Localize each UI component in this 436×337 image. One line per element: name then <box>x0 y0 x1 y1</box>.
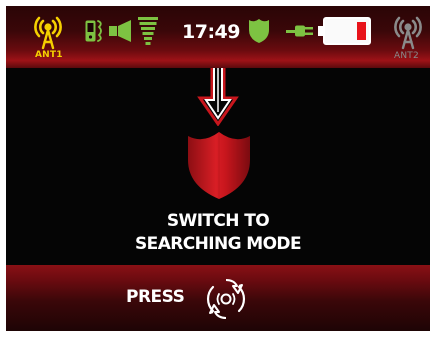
status-bar: ANT1 17:49 ANT2 <box>6 6 430 68</box>
down-arrow-icon <box>197 68 239 126</box>
speaker-icon <box>109 20 131 42</box>
signal-strength-icon <box>138 17 158 45</box>
power-plug-icon <box>286 25 313 37</box>
shield-icon <box>249 19 269 43</box>
clock-time: 17:49 <box>182 21 240 43</box>
antenna-icon <box>34 16 62 50</box>
device-screen: ANT1 17:49 ANT2 SWITCH TO SEARCHING MODE… <box>6 6 430 331</box>
phone-icon <box>85 20 96 42</box>
antenna-icon <box>394 16 422 50</box>
signal-waves-icon <box>97 20 102 42</box>
red-shield-icon <box>188 132 250 199</box>
mode-message: SWITCH TO SEARCHING MODE <box>6 210 430 256</box>
antenna-1-indicator: ANT1 <box>32 12 64 64</box>
battery-icon <box>318 17 371 45</box>
antenna-1-label: ANT1 <box>35 50 63 60</box>
message-line-1: SWITCH TO <box>166 211 270 231</box>
message-line-2: SEARCHING MODE <box>135 234 302 254</box>
antenna-2-label: ANT2 <box>394 51 419 61</box>
press-label: PRESS <box>126 287 185 307</box>
rotate-button-icon[interactable] <box>204 277 248 321</box>
antenna-2-indicator: ANT2 <box>391 12 425 64</box>
